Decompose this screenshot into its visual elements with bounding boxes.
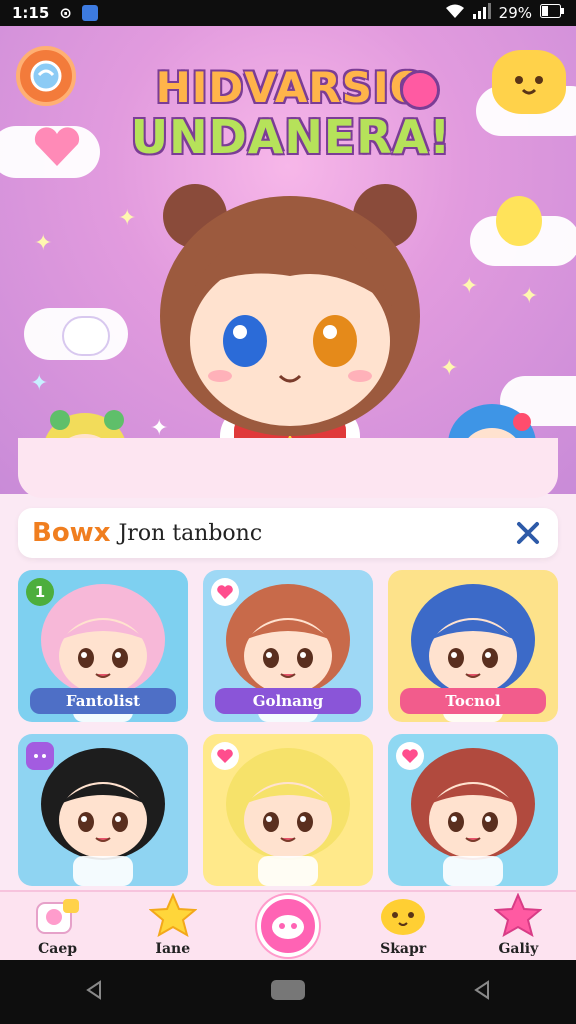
- nav-item-caep[interactable]: Caep: [18, 891, 98, 961]
- chat-badge-icon: [26, 742, 54, 770]
- heart-badge-icon: [211, 578, 239, 606]
- character-name: Fantolist: [30, 688, 176, 714]
- recents-icon[interactable]: [471, 979, 493, 1005]
- search-bar[interactable]: Bowx Jron tanbonc: [18, 508, 558, 558]
- nav-item-galiy[interactable]: Galiy: [478, 891, 558, 961]
- nav-item-skapr[interactable]: Skapr: [363, 891, 443, 961]
- character-card[interactable]: [18, 734, 188, 886]
- shop-icon: [381, 899, 426, 935]
- character-card[interactable]: [203, 734, 373, 886]
- search-label: Jron tanbonc: [118, 520, 263, 546]
- gallery-icon: [494, 893, 543, 937]
- heart-badge-icon: [396, 742, 424, 770]
- bottom-nav: Caep Iane Skapr Galiy: [0, 890, 576, 960]
- sparkle-icon: ✦: [460, 274, 479, 299]
- back-icon[interactable]: [83, 979, 105, 1005]
- home-button[interactable]: [270, 979, 306, 1005]
- sparkle-icon: ✦: [30, 371, 49, 396]
- battery-percent: 29%: [498, 4, 532, 22]
- profile-button[interactable]: [16, 46, 76, 106]
- nav-label: Iane: [155, 941, 191, 957]
- bear-mascot-icon[interactable]: [492, 50, 566, 114]
- nav-label: Skapr: [380, 941, 427, 957]
- hero-bottom-edge: [18, 438, 558, 498]
- character-card[interactable]: Tocnol: [388, 570, 558, 722]
- character-name: Golnang: [215, 688, 361, 714]
- character-card[interactable]: Golnang: [203, 570, 373, 722]
- app-notification-icon: [81, 5, 98, 21]
- number-badge: 1: [26, 578, 54, 606]
- hero-banner: ✦ ✦ ✦ ✦ ✦ ✦ ✦ HIDVARSIO UNDANERA!: [0, 26, 576, 494]
- cloud-mascot-icon: [62, 316, 110, 356]
- nav-item-home[interactable]: [248, 891, 328, 961]
- heart-badge-icon: [211, 742, 239, 770]
- character-grid: 1 Fantolist Golnang Tocnol: [18, 570, 558, 886]
- title-line-2: UNDANERA!: [130, 110, 452, 164]
- system-nav-bar: [0, 960, 576, 1024]
- status-time: 1:15: [12, 4, 50, 22]
- heart-icon: [32, 124, 82, 172]
- character-card[interactable]: [388, 734, 558, 886]
- sparkle-icon: ✦: [520, 284, 539, 309]
- signal-icon: [472, 3, 491, 23]
- star-icon: [148, 893, 197, 937]
- character-card[interactable]: 1 Fantolist: [18, 570, 188, 722]
- chick-mascot-icon: [496, 196, 542, 246]
- nav-label: Caep: [38, 941, 78, 957]
- notification-icon: ⊙: [59, 4, 72, 22]
- home-icon: [256, 895, 319, 957]
- status-bar: 1:15 ⊙ 29%: [0, 0, 576, 26]
- nav-label: Galiy: [498, 941, 539, 957]
- sparkle-icon: ✦: [34, 231, 53, 256]
- wifi-icon: [445, 3, 465, 23]
- profile-icon: [35, 899, 79, 934]
- battery-icon: [540, 4, 564, 22]
- nav-item-iane[interactable]: Iane: [133, 891, 213, 961]
- close-icon[interactable]: [512, 517, 544, 549]
- bubble-icon: [30, 60, 62, 92]
- flower-mascot-icon: [400, 70, 440, 110]
- character-name: Tocnol: [400, 688, 546, 714]
- search-label-bold: Bowx: [32, 518, 111, 548]
